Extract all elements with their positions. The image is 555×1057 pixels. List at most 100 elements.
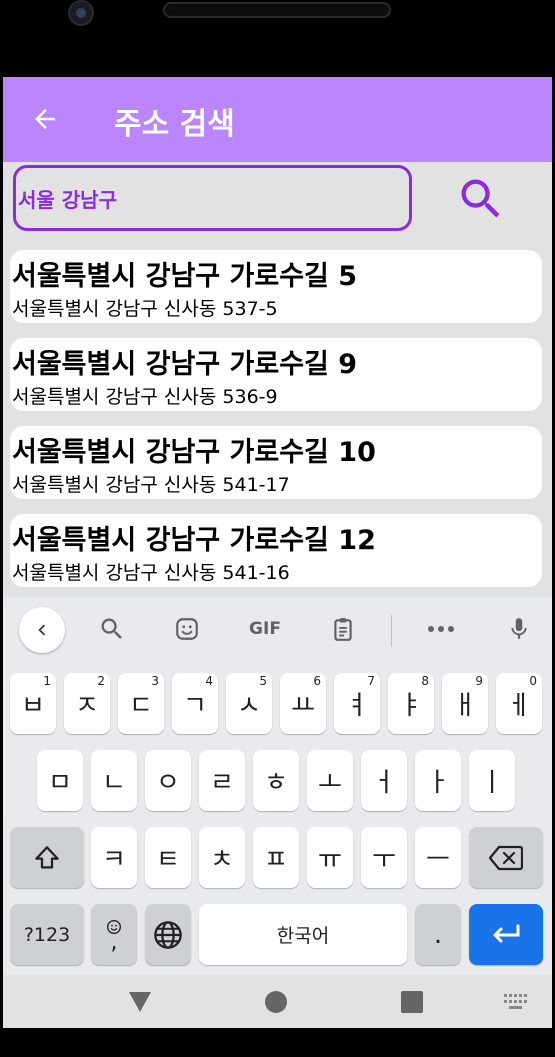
key-i[interactable]: ㅣ xyxy=(469,750,515,811)
collapse-toolbar-button[interactable] xyxy=(19,607,65,653)
key-tieut[interactable]: ㅌ xyxy=(145,827,191,888)
key-label: ㅔ xyxy=(507,691,531,721)
more-horizontal-icon xyxy=(428,626,454,632)
clipboard-button[interactable] xyxy=(319,605,367,653)
address-result-item[interactable]: 서울특별시 강남구 가로수길 10 서울특별시 강남구 신사동 541-17 xyxy=(10,426,542,499)
keyboard-icon xyxy=(504,994,527,1009)
key-eo[interactable]: ㅓ xyxy=(361,750,407,811)
chevron-left-icon xyxy=(38,624,46,636)
system-navigation-bar xyxy=(3,975,552,1028)
emoji-comma-key[interactable]: , xyxy=(91,904,137,965)
nav-home-button[interactable] xyxy=(261,987,291,1017)
address-result-item[interactable]: 서울특별시 강남구 가로수길 5 서울특별시 강남구 신사동 537-5 xyxy=(10,250,542,323)
address-result-item[interactable]: 서울특별시 강남구 가로수길 9 서울특별시 강남구 신사동 536-9 xyxy=(10,338,542,411)
space-key[interactable]: 한국어 xyxy=(199,904,407,965)
soft-keyboard: GIF ㅂ 1 ㅈ 2 ㄷ 3 ㄱ 4 ㅅ 5 ㅛ 6 ㅕ 7 ㅑ 8 ㅐ 9 … xyxy=(3,597,552,975)
shift-icon xyxy=(35,845,59,868)
voice-input-button[interactable] xyxy=(495,605,543,653)
key-jieut[interactable]: ㅈ2 xyxy=(64,673,110,734)
key-hint: 8 xyxy=(421,674,429,688)
lot-address: 서울특별시 강남구 신사동 541-16 xyxy=(12,562,290,584)
key-hint: 7 xyxy=(367,674,375,688)
key-pieup[interactable]: ㅍ xyxy=(253,827,299,888)
square-recents-icon xyxy=(401,991,423,1013)
key-eu[interactable]: ㅡ xyxy=(415,827,461,888)
sticker-button[interactable] xyxy=(163,605,211,653)
comma-label: , xyxy=(110,929,118,955)
key-e[interactable]: ㅔ0 xyxy=(496,673,542,734)
key-ae[interactable]: ㅐ9 xyxy=(442,673,488,734)
search-icon xyxy=(461,179,500,218)
key-label: ㄷ xyxy=(129,691,153,721)
earpiece-speaker xyxy=(163,2,391,18)
key-kieuk[interactable]: ㅋ xyxy=(91,827,137,888)
lot-address: 서울특별시 강남구 신사동 541-17 xyxy=(12,474,290,496)
globe-icon xyxy=(154,920,182,949)
search-icon xyxy=(101,618,122,639)
key-chieut[interactable]: ㅊ xyxy=(199,827,245,888)
road-address: 서울특별시 강남구 가로수길 10 xyxy=(12,437,376,468)
key-label: ㅑ xyxy=(399,691,423,721)
key-nieun[interactable]: ㄴ xyxy=(91,750,137,811)
enter-key[interactable] xyxy=(469,904,543,965)
front-camera xyxy=(68,0,94,26)
key-a[interactable]: ㅏ xyxy=(415,750,461,811)
keyboard-switch-button[interactable] xyxy=(501,987,531,1017)
search-field[interactable] xyxy=(13,165,412,231)
key-hint: 6 xyxy=(313,674,321,688)
microphone-icon xyxy=(511,618,527,639)
triangle-back-icon xyxy=(129,992,151,1012)
language-key[interactable] xyxy=(145,904,191,965)
more-options-button[interactable] xyxy=(417,605,465,653)
nav-back-button[interactable] xyxy=(125,987,155,1017)
back-button[interactable] xyxy=(25,99,65,139)
key-yu[interactable]: ㅠ xyxy=(307,827,353,888)
arrow-left-icon xyxy=(35,109,55,129)
key-o[interactable]: ㅗ xyxy=(307,750,353,811)
key-ya[interactable]: ㅑ8 xyxy=(388,673,434,734)
road-address: 서울특별시 강남구 가로수길 5 xyxy=(12,261,358,292)
key-label: ㅐ xyxy=(453,691,477,721)
phone-screen: 주소 검색 서울특별시 강남구 가로수길 5 서울특별시 강남구 신사동 537… xyxy=(3,77,552,1028)
key-hint: 0 xyxy=(529,674,537,688)
keyboard-toolbar: GIF xyxy=(3,597,552,663)
nav-recents-button[interactable] xyxy=(397,987,427,1017)
road-address: 서울특별시 강남구 가로수길 12 xyxy=(12,525,376,556)
key-label: ㅈ xyxy=(75,691,99,721)
key-siot[interactable]: ㅅ5 xyxy=(226,673,272,734)
key-hint: 1 xyxy=(43,674,51,688)
key-giyeok[interactable]: ㄱ4 xyxy=(172,673,218,734)
key-hint: 2 xyxy=(97,674,105,688)
circle-home-icon xyxy=(265,991,287,1013)
keyboard-search-button[interactable] xyxy=(88,605,136,653)
period-key[interactable]: . xyxy=(415,904,461,965)
enter-arrow-icon xyxy=(493,924,520,942)
key-u[interactable]: ㅜ xyxy=(361,827,407,888)
clipboard-icon xyxy=(334,618,352,641)
key-digeut[interactable]: ㄷ3 xyxy=(118,673,164,734)
lot-address: 서울특별시 강남구 신사동 537-5 xyxy=(12,298,278,320)
key-mieum[interactable]: ㅁ xyxy=(37,750,83,811)
key-hint: 9 xyxy=(475,674,483,688)
key-hieut[interactable]: ㅎ xyxy=(253,750,299,811)
search-button[interactable] xyxy=(453,171,509,227)
app-bar: 주소 검색 xyxy=(3,77,552,162)
key-rieul[interactable]: ㄹ xyxy=(199,750,245,811)
symbols-key[interactable]: ?123 xyxy=(10,904,84,965)
toolbar-divider xyxy=(391,615,392,647)
key-yeo[interactable]: ㅕ7 xyxy=(334,673,380,734)
key-ieung[interactable]: ㅇ xyxy=(145,750,191,811)
key-hint: 5 xyxy=(259,674,267,688)
road-address: 서울특별시 강남구 가로수길 9 xyxy=(12,349,358,380)
backspace-key[interactable] xyxy=(469,827,543,888)
search-input[interactable] xyxy=(16,168,409,228)
page-title: 주소 검색 xyxy=(114,107,235,142)
shift-key[interactable] xyxy=(10,827,84,888)
gif-button[interactable]: GIF xyxy=(241,605,289,653)
key-yo[interactable]: ㅛ6 xyxy=(280,673,326,734)
key-hint: 3 xyxy=(151,674,159,688)
key-bieup[interactable]: ㅂ1 xyxy=(10,673,56,734)
backspace-icon xyxy=(489,845,523,870)
key-label: ㅛ xyxy=(291,691,315,721)
address-result-item[interactable]: 서울특별시 강남구 가로수길 12 서울특별시 강남구 신사동 541-16 xyxy=(10,514,542,587)
